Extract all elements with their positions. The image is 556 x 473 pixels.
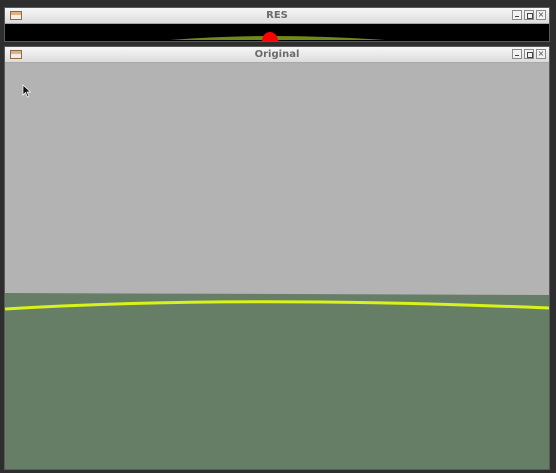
- close-button[interactable]: ×: [536, 10, 546, 20]
- res-image-canvas: [5, 24, 549, 41]
- maximize-button[interactable]: [524, 49, 534, 59]
- close-icon: ×: [537, 49, 545, 58]
- original-window: Original ×: [4, 46, 550, 470]
- original-image: [5, 63, 549, 469]
- original-image-canvas: [5, 63, 549, 469]
- res-image: [5, 24, 549, 41]
- res-window: RES ×: [4, 7, 550, 42]
- minimize-button[interactable]: [512, 10, 522, 20]
- original-window-title: Original: [254, 49, 300, 60]
- res-titlebar[interactable]: RES ×: [5, 8, 549, 24]
- maximize-button[interactable]: [524, 10, 534, 20]
- original-titlebar[interactable]: Original ×: [5, 47, 549, 63]
- close-button[interactable]: ×: [536, 49, 546, 59]
- minimize-button[interactable]: [512, 49, 522, 59]
- ground-area: [5, 293, 549, 469]
- res-window-title: RES: [266, 10, 288, 21]
- close-icon: ×: [537, 10, 545, 19]
- mouse-pointer-icon: [22, 84, 32, 98]
